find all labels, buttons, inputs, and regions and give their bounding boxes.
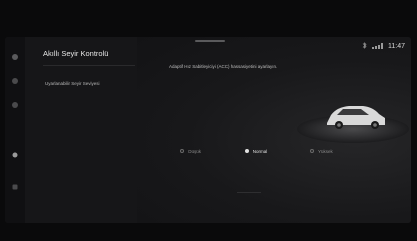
divider xyxy=(237,192,261,193)
option-high[interactable]: Yüksek xyxy=(292,144,351,158)
navigation-icon[interactable] xyxy=(11,77,19,85)
car-illustration xyxy=(287,87,411,147)
radio-icon xyxy=(309,149,314,153)
option-low[interactable]: Düşük xyxy=(161,144,220,158)
left-panel: Akıllı Seyir Kontrolü Uyarlanabilir Seyi… xyxy=(25,37,150,223)
infotainment-screen: Akıllı Seyir Kontrolü Uyarlanabilir Seyi… xyxy=(5,37,411,223)
option-normal[interactable]: Normal xyxy=(226,144,285,158)
grab-handle[interactable] xyxy=(195,40,225,42)
clock: 11:47 xyxy=(388,42,405,50)
option-label: Düşük xyxy=(188,148,202,154)
signal-icon xyxy=(372,43,383,49)
media-icon[interactable] xyxy=(11,101,19,109)
nav-rail xyxy=(5,37,25,223)
menu-item-adaptive-cruise-level[interactable]: Uyarlanabilir Seyir Seviyesi xyxy=(45,81,100,86)
acc-description: Adaptif Hız Sabitleyiciyi (ACC) hassasiy… xyxy=(169,64,278,69)
status-bar: 11:47 xyxy=(362,41,405,51)
sensitivity-options: Düşük Normal Yüksek xyxy=(161,144,351,158)
option-label: Yüksek xyxy=(317,148,333,154)
phone-icon[interactable] xyxy=(11,151,19,159)
top-bar: 11:47 xyxy=(5,37,411,55)
divider xyxy=(43,65,135,66)
bluetooth-icon xyxy=(362,41,367,51)
main-content: Adaptif Hız Sabitleyiciyi (ACC) hassasiy… xyxy=(137,37,411,223)
radio-selected-icon xyxy=(244,149,249,153)
radio-icon xyxy=(180,149,185,153)
settings-icon[interactable] xyxy=(11,183,19,191)
option-label: Normal xyxy=(252,148,268,154)
